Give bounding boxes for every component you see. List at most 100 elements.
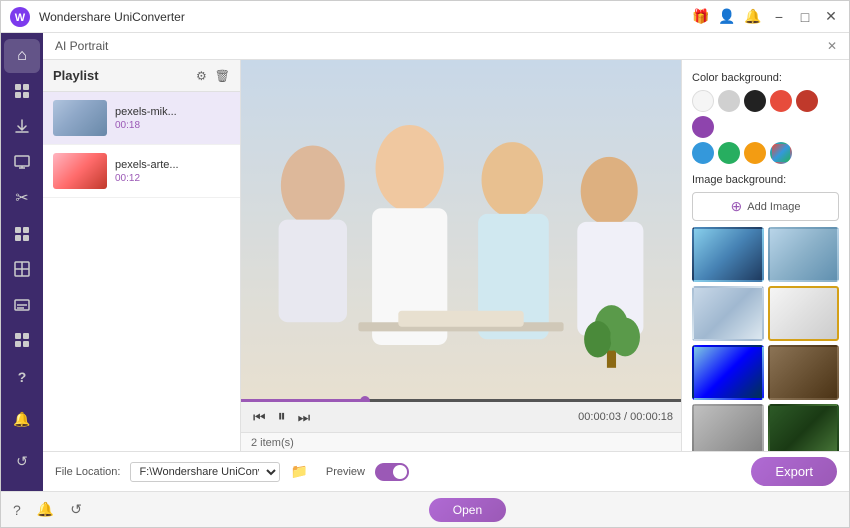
minimize-button[interactable]: − [769,7,789,27]
swatch-orange[interactable] [744,142,766,164]
item-count-bar: 2 item(s) [241,432,681,451]
right-panel: Color background: [681,60,849,451]
app-logo: W [9,6,31,28]
image-thumb-3[interactable] [692,286,764,341]
playlist-panel: Playlist ⚙ 🗑 pexels-mik... 00:18 [43,60,241,451]
swatch-white[interactable] [692,90,714,112]
total-time: 00:00:18 [630,411,673,423]
playlist-thumb-1 [53,100,107,136]
window-controls: 🎁 👤 🔔 − □ ✕ [691,7,841,27]
swatch-red[interactable] [770,90,792,112]
footer: ? 🔔 ↺ Open [1,491,849,527]
time-display: 00:00:03 / 00:00:18 [578,411,673,423]
playlist-thumb-2 [53,153,107,189]
maximize-button[interactable]: □ [795,7,815,27]
prev-button[interactable]: ⏮ [249,407,270,428]
export-button[interactable]: Export [751,457,837,486]
playlist-items: pexels-mik... 00:18 pexels-arte... 00:12 [43,92,240,451]
notification-icon[interactable]: 🔔 [4,401,40,437]
file-location-label: File Location: [55,466,120,478]
swatch-rainbow[interactable] [770,142,792,164]
inner-layout: Playlist ⚙ 🗑 pexels-mik... 00:18 [43,60,849,451]
current-time: 00:00:03 [578,411,621,423]
video-container [241,60,681,402]
close-panel-button[interactable]: ✕ [827,39,837,53]
color-swatches-row2 [692,142,839,164]
color-bg-section: Color background: [692,72,839,164]
swatch-darkred[interactable] [796,90,818,112]
playlist-item-duration-1: 00:18 [115,120,177,131]
playlist-title: Playlist [53,68,99,83]
image-thumb-4[interactable] [768,286,840,341]
next-button[interactable]: ⏭ [294,407,315,428]
sidebar-item-merge[interactable] [4,217,40,251]
ai-portrait-title: AI Portrait [55,39,108,53]
sidebar-item-cut[interactable]: ✂ [4,181,40,215]
refresh-footer-icon[interactable]: ↺ [70,501,82,518]
titlebar: W Wondershare UniConverter 🎁 👤 🔔 − □ ✕ [1,1,849,33]
playlist-delete-icon[interactable]: 🗑 [215,69,230,83]
playlist-item-name-1: pexels-mik... [115,106,177,118]
image-thumb-7[interactable] [692,404,764,451]
preview-label: Preview [326,466,365,478]
plus-icon: ⊕ [731,198,743,215]
app-window: W Wondershare UniConverter 🎁 👤 🔔 − □ ✕ ⌂ [0,0,850,528]
image-thumbnails [692,227,839,451]
video-controls: ⏮ ⏸ ⏭ 00:00:03 / 00:00:18 [241,402,681,432]
color-swatches [692,90,839,138]
playlist-item-duration-2: 00:12 [115,173,179,184]
play-pause-button[interactable]: ⏸ [274,406,290,428]
playlist-header: Playlist ⚙ 🗑 [43,60,240,92]
playlist-header-icons: ⚙ 🗑 [196,69,230,83]
sidebar-item-convert[interactable] [4,75,40,109]
playlist-settings-icon[interactable]: ⚙ [196,69,207,83]
sidebar-item-subtitle[interactable] [4,288,40,322]
user-icon[interactable]: 👤 [717,7,737,27]
folder-browse-button[interactable]: 📁 [290,463,307,480]
color-bg-label: Color background: [692,72,839,84]
list-item[interactable]: pexels-mik... 00:18 [43,92,240,145]
list-item[interactable]: pexels-arte... 00:12 [43,145,240,198]
sidebar-item-toolbox[interactable] [4,324,40,358]
playlist-item-info-2: pexels-arte... 00:12 [115,159,179,184]
bell-icon[interactable]: 🔔 [743,7,763,27]
bottom-bar: File Location: F:\Wondershare UniConvert… [43,451,849,491]
preview-toggle[interactable] [375,463,409,481]
main-layout: ⌂ ✂ ? 🔔 [1,33,849,491]
add-image-label: Add Image [747,201,800,213]
swatch-black[interactable] [744,90,766,112]
add-image-button[interactable]: ⊕ Add Image [692,192,839,221]
item-count: 2 item(s) [251,437,294,449]
swatch-gray[interactable] [718,90,740,112]
sidebar-item-download[interactable] [4,110,40,144]
toggle-knob [393,465,407,479]
content-area: AI Portrait ✕ Playlist ⚙ 🗑 [43,33,849,491]
sidebar-item-watermark[interactable] [4,252,40,286]
feedback-icon[interactable]: ↺ [4,443,40,479]
video-section: ⏮ ⏸ ⏭ 00:00:03 / 00:00:18 2 item(s) [241,60,681,451]
help-icon[interactable]: ? [4,359,40,395]
sidebar-item-home[interactable]: ⌂ [4,39,40,73]
sidebar-item-screen[interactable] [4,146,40,180]
swatch-purple[interactable] [692,116,714,138]
close-button[interactable]: ✕ [821,7,841,27]
image-thumb-1[interactable] [692,227,764,282]
gift-icon[interactable]: 🎁 [691,7,711,27]
playlist-item-info-1: pexels-mik... 00:18 [115,106,177,131]
svg-text:W: W [15,12,26,24]
image-thumb-2[interactable] [768,227,840,282]
image-thumb-6[interactable] [768,345,840,400]
image-thumb-5[interactable] [692,345,764,400]
image-thumb-8[interactable] [768,404,840,451]
ai-portrait-header: AI Portrait ✕ [43,33,849,60]
help-footer-icon[interactable]: ? [13,502,21,518]
notification-footer-icon[interactable]: 🔔 [37,501,54,518]
open-button[interactable]: Open [429,498,506,522]
sidebar: ⌂ ✂ ? 🔔 [1,33,43,491]
file-location-select[interactable]: F:\Wondershare UniConverter [130,462,280,482]
sidebar-bottom: ? 🔔 ↺ [4,359,40,491]
swatch-blue[interactable] [692,142,714,164]
swatch-green[interactable] [718,142,740,164]
app-title: Wondershare UniConverter [39,10,691,24]
image-bg-section: Image background: ⊕ Add Image [692,174,839,451]
